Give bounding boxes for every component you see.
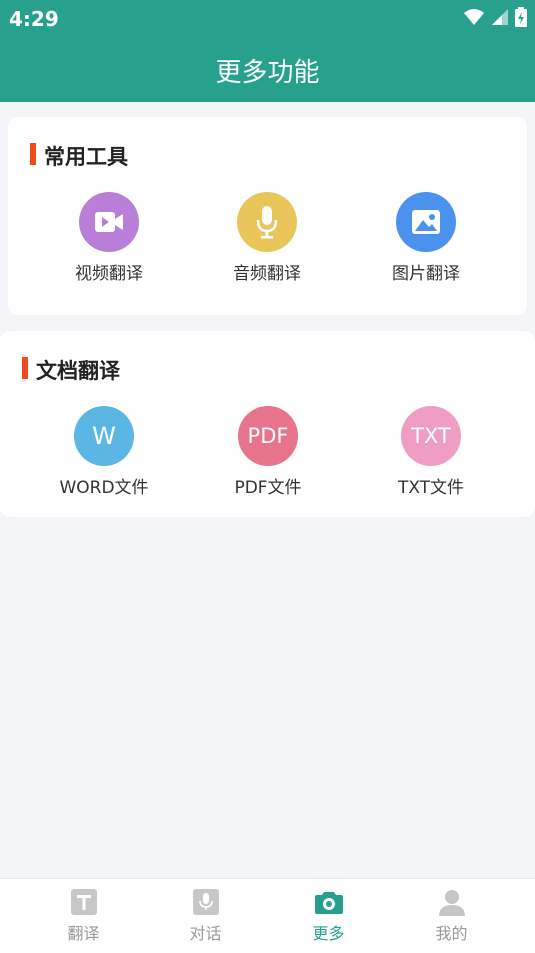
page-title: 更多功能 [215, 58, 320, 88]
pdf-file-button[interactable]: PDF PDF文件 [198, 406, 338, 498]
icon-text: W [92, 422, 116, 450]
tool-label: PDF文件 [234, 478, 302, 498]
nav-label: 翻译 [67, 924, 100, 943]
nav-item-more[interactable]: 更多 [262, 879, 395, 953]
section-title: 常用工具 [44, 145, 128, 169]
battery-icon [515, 7, 527, 31]
word-file-button[interactable]: W WORD文件 [34, 406, 174, 498]
nav-label: 对话 [189, 924, 222, 943]
nav-item-mine[interactable]: 我的 [385, 879, 518, 953]
video-icon [79, 192, 139, 252]
section-accent-bar [22, 357, 28, 379]
section-title: 文档翻译 [36, 359, 120, 383]
wifi-icon [463, 8, 485, 30]
tool-label: WORD文件 [59, 478, 149, 498]
video-translate-button[interactable]: 视频翻译 [39, 192, 179, 284]
tool-label: 视频翻译 [75, 264, 143, 284]
user-icon [437, 887, 467, 917]
image-icon [396, 192, 456, 252]
tool-label: 音频翻译 [233, 264, 301, 284]
nav-item-translate[interactable]: 翻译 [17, 879, 150, 953]
app-header: 4:29 更多功能 [0, 0, 535, 102]
word-icon: W [74, 406, 134, 466]
txt-icon: TXT [401, 406, 461, 466]
audio-translate-button[interactable]: 音频翻译 [197, 192, 337, 284]
tool-label: 图片翻译 [392, 264, 460, 284]
bottom-nav: 翻译 对话 更多 我的 [0, 878, 535, 953]
document-translate-card: 文档翻译 W WORD文件 PDF PDF文件 TXT TXT文件 [0, 331, 535, 517]
status-bar: 4:29 [0, 0, 535, 36]
icon-text: TXT [411, 424, 451, 448]
icon-text: PDF [247, 424, 289, 448]
nav-item-dialogue[interactable]: 对话 [139, 879, 272, 953]
cellular-icon [491, 8, 509, 30]
common-tools-card: 常用工具 视频翻译 音频翻译 图片翻译 [8, 117, 527, 315]
nav-label: 更多 [312, 924, 345, 943]
tool-label: TXT文件 [397, 478, 465, 498]
microphone-icon [191, 887, 221, 917]
status-time: 4:29 [9, 7, 59, 31]
camera-icon [314, 887, 344, 917]
txt-file-button[interactable]: TXT TXT文件 [361, 406, 501, 498]
status-icons [463, 7, 527, 31]
microphone-icon [237, 192, 297, 252]
translate-icon [69, 887, 99, 917]
section-accent-bar [30, 143, 36, 165]
image-translate-button[interactable]: 图片翻译 [356, 192, 496, 284]
nav-label: 我的 [435, 924, 468, 943]
pdf-icon: PDF [238, 406, 298, 466]
